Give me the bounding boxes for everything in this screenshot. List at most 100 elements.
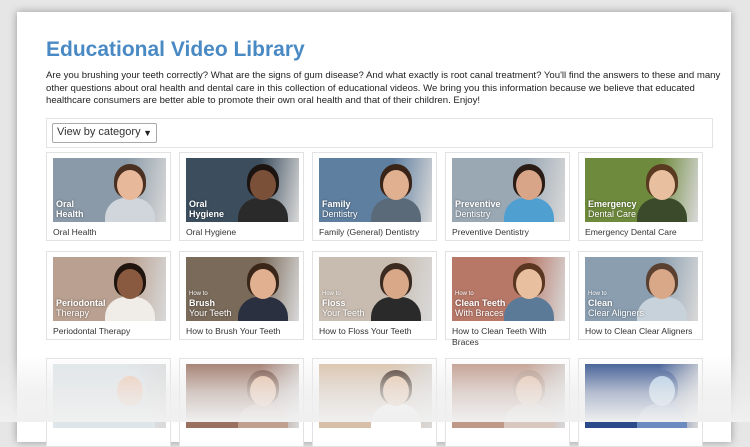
video-card[interactable]: Oral Health Oral Health bbox=[46, 152, 171, 241]
thumbnail-overlay-text: Oral Health bbox=[56, 199, 84, 219]
overlay-line-2: Health bbox=[56, 209, 84, 219]
video-thumbnail[interactable] bbox=[585, 364, 698, 428]
person-body bbox=[504, 404, 554, 428]
video-thumbnail[interactable]: Periodontal Therapy bbox=[53, 257, 166, 321]
thumbnail-overlay-text: How to Clean Clear Aligners bbox=[588, 290, 644, 318]
video-thumbnail[interactable] bbox=[53, 364, 166, 428]
person-face bbox=[649, 269, 675, 299]
overlay-line-1: Floss bbox=[322, 298, 346, 308]
video-thumbnail[interactable]: How to Floss Your Teeth bbox=[319, 257, 432, 321]
video-thumbnail[interactable]: How to Clean Clear Aligners bbox=[585, 257, 698, 321]
person-body bbox=[371, 404, 421, 428]
overlay-line-2: Hygiene bbox=[189, 209, 225, 219]
video-card[interactable]: How to Clean Teeth With Braces How to Clean… bbox=[445, 251, 570, 347]
person-face bbox=[383, 376, 409, 406]
video-card[interactable] bbox=[179, 358, 304, 447]
person-body bbox=[105, 198, 155, 222]
overlay-line-2: Dental Care bbox=[588, 209, 637, 219]
person-face bbox=[383, 269, 409, 299]
person-face bbox=[516, 376, 542, 406]
overlay-line-1: Emergency bbox=[588, 199, 637, 209]
person-face bbox=[117, 170, 143, 200]
video-card[interactable]: Oral Hygiene Oral Hygiene bbox=[179, 152, 304, 241]
person-body bbox=[105, 404, 155, 428]
video-card[interactable] bbox=[46, 358, 171, 447]
person-body bbox=[238, 297, 288, 321]
thumbnail-overlay-text: How to Clean Teeth With Braces bbox=[455, 290, 505, 318]
video-caption[interactable]: Oral Health bbox=[53, 227, 166, 238]
video-caption[interactable]: How to Brush Your Teeth bbox=[186, 326, 299, 337]
person-face bbox=[383, 170, 409, 200]
person-body bbox=[105, 297, 155, 321]
video-card[interactable]: Periodontal Therapy Periodontal Therapy bbox=[46, 251, 171, 340]
video-card[interactable]: Emergency Dental Care Emergency Dental Car… bbox=[578, 152, 703, 241]
overlay-prefix: How to bbox=[455, 291, 474, 297]
overlay-line-1: Family bbox=[322, 199, 351, 209]
person-body bbox=[371, 297, 421, 321]
video-caption[interactable]: How to Clean Teeth With Braces bbox=[452, 326, 565, 348]
video-caption[interactable]: Oral Hygiene bbox=[186, 227, 299, 238]
video-caption[interactable]: Emergency Dental Care bbox=[585, 227, 698, 238]
overlay-line-2: Dentistry bbox=[322, 209, 358, 219]
video-card[interactable]: Preventive Dentistry Preventive Dentistry bbox=[445, 152, 570, 241]
video-caption[interactable]: Periodontal Therapy bbox=[53, 326, 166, 337]
thumbnail-overlay-text: Family Dentistry bbox=[322, 199, 358, 219]
thumbnail-overlay-text: Oral Hygiene bbox=[189, 199, 224, 219]
overlay-line-2: Your Teeth bbox=[322, 308, 365, 318]
video-card[interactable] bbox=[578, 358, 703, 447]
person-body bbox=[238, 198, 288, 222]
person-body bbox=[504, 198, 554, 222]
video-caption[interactable]: How to Clean Clear Aligners bbox=[585, 326, 698, 337]
person-face bbox=[516, 170, 542, 200]
video-thumbnail[interactable]: How to Clean Teeth With Braces bbox=[452, 257, 565, 321]
video-thumbnail[interactable]: Emergency Dental Care bbox=[585, 158, 698, 222]
video-thumbnail[interactable]: Family Dentistry bbox=[319, 158, 432, 222]
person-body bbox=[371, 198, 421, 222]
video-thumbnail[interactable]: How to Brush Your Teeth bbox=[186, 257, 299, 321]
video-caption[interactable]: Family (General) Dentistry bbox=[319, 227, 432, 238]
person-face bbox=[250, 376, 276, 406]
thumbnail-overlay-text: Preventive Dentistry bbox=[455, 199, 501, 219]
video-thumbnail[interactable]: Preventive Dentistry bbox=[452, 158, 565, 222]
overlay-prefix: How to bbox=[189, 291, 208, 297]
content-panel: Educational Video Library Are you brushi… bbox=[17, 12, 731, 447]
video-thumbnail[interactable] bbox=[452, 364, 565, 428]
video-card[interactable]: Family Dentistry Family (General) Dentistr… bbox=[312, 152, 437, 241]
person-face bbox=[516, 269, 542, 299]
person-face bbox=[250, 269, 276, 299]
video-caption[interactable]: Preventive Dentistry bbox=[452, 227, 565, 238]
overlay-line-1: Oral bbox=[189, 199, 208, 209]
video-card[interactable] bbox=[312, 358, 437, 447]
video-thumbnail[interactable]: Oral Hygiene bbox=[186, 158, 299, 222]
video-card[interactable]: How to Brush Your Teeth How to Brush Your T… bbox=[179, 251, 304, 340]
overlay-line-1: Clean Teeth bbox=[455, 298, 506, 308]
video-card[interactable] bbox=[445, 358, 570, 447]
video-thumbnail[interactable] bbox=[319, 364, 432, 428]
overlay-line-1: Preventive bbox=[455, 199, 501, 209]
intro-paragraph: Are you brushing your teeth correctly? W… bbox=[46, 70, 721, 107]
thumbnail-overlay-text: How to Floss Your Teeth bbox=[322, 290, 365, 318]
overlay-line-2: Your Teeth bbox=[189, 308, 232, 318]
person-body bbox=[504, 297, 554, 321]
overlay-prefix: How to bbox=[322, 291, 341, 297]
video-thumbnail[interactable] bbox=[186, 364, 299, 428]
page-title: Educational Video Library bbox=[46, 38, 305, 61]
video-thumbnail[interactable]: Oral Health bbox=[53, 158, 166, 222]
video-card[interactable]: How to Floss Your Teeth How to Floss Your T… bbox=[312, 251, 437, 340]
overlay-line-1: Oral bbox=[56, 199, 75, 209]
overlay-line-2: With Braces bbox=[455, 308, 504, 318]
video-card[interactable]: How to Clean Clear Aligners How to Clean Cl… bbox=[578, 251, 703, 340]
thumbnail-overlay-text: Emergency Dental Care bbox=[588, 199, 637, 219]
video-caption[interactable]: How to Floss Your Teeth bbox=[319, 326, 432, 337]
person-body bbox=[238, 404, 288, 428]
overlay-line-1: Periodontal bbox=[56, 298, 106, 308]
filter-bar: View by category ▼ bbox=[46, 118, 713, 148]
person-face bbox=[250, 170, 276, 200]
overlay-line-2: Clear Aligners bbox=[588, 308, 645, 318]
overlay-line-2: Therapy bbox=[56, 308, 90, 318]
thumbnail-overlay-text: How to Brush Your Teeth bbox=[189, 290, 232, 318]
person-body bbox=[637, 297, 687, 321]
chevron-down-icon: ▼ bbox=[143, 128, 152, 138]
category-select[interactable]: View by category ▼ bbox=[52, 123, 157, 143]
overlay-line-1: Brush bbox=[189, 298, 216, 308]
